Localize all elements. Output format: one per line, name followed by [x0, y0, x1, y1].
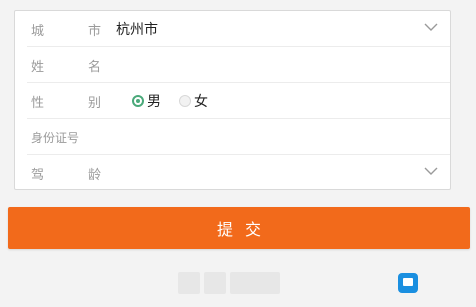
radio-checked-icon[interactable]: [132, 95, 144, 107]
driving-age-label: 驾 龄: [31, 167, 101, 183]
gender-option-female[interactable]: 女: [179, 91, 208, 111]
blurred-footer-graphic: [178, 272, 280, 294]
name-row[interactable]: 姓 名: [15, 47, 450, 83]
application-form: 城 市 杭州市 姓 名 性 别 男 女 身份证号 驾 龄: [14, 10, 451, 190]
chevron-down-icon[interactable]: [424, 20, 438, 34]
city-label: 城 市: [31, 23, 101, 39]
chevron-down-icon[interactable]: [424, 164, 438, 178]
radio-unchecked-icon[interactable]: [179, 95, 191, 107]
gender-radio-group: 男 女: [132, 91, 208, 111]
gender-option-male[interactable]: 男: [132, 91, 161, 111]
submit-button[interactable]: 提交: [8, 207, 470, 249]
name-label: 姓 名: [31, 59, 101, 75]
gender-label: 性 别: [31, 95, 101, 111]
city-select[interactable]: 杭州市: [116, 19, 158, 39]
id-number-label: 身份证号: [31, 130, 80, 145]
driving-age-row[interactable]: 驾 龄: [15, 155, 450, 191]
site-logo-icon: [398, 273, 418, 293]
city-row[interactable]: 城 市 杭州市: [15, 11, 450, 47]
gender-row: 性 别 男 女: [15, 83, 450, 119]
id-number-row[interactable]: 身份证号: [15, 119, 450, 155]
site-watermark: [398, 268, 472, 298]
